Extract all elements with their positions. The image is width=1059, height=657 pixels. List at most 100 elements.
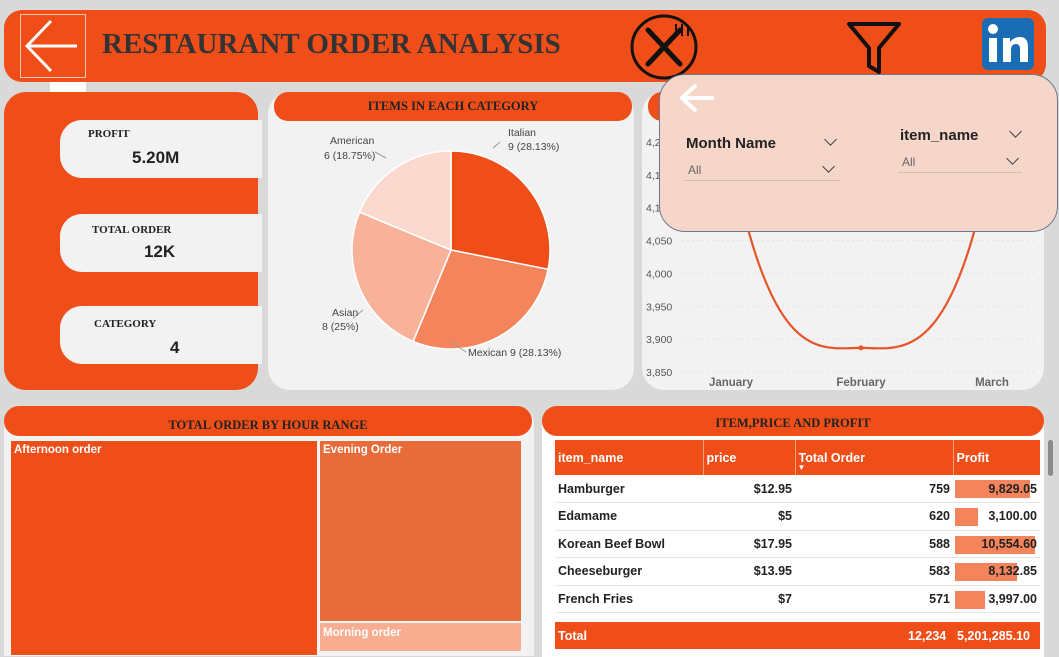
- treemap-title-bar: TOTAL ORDER BY HOUR RANGE: [4, 406, 532, 436]
- treemap-tile-morning[interactable]: Morning order: [319, 622, 522, 652]
- cell-orders: 759: [795, 475, 953, 503]
- kpi-value: 5.20M: [132, 148, 180, 167]
- cell-item: Cheeseburger: [555, 557, 703, 586]
- cell-profit: 3,997.00: [953, 585, 1040, 613]
- table-row[interactable]: Korean Beef Bowl $17.95 588 10,554.60: [555, 530, 1040, 558]
- pie-label-mexican: Mexican 9 (28.13%): [468, 347, 561, 359]
- table-total-row: Total 12,234 5,201,285.10: [555, 622, 1040, 649]
- linkedin-icon[interactable]: [982, 18, 1034, 75]
- total-profit: 5,201,285.10: [957, 629, 1030, 643]
- cell-price: $13.95: [703, 557, 795, 586]
- pie-chart-title: ITEMS IN EACH CATEGORY: [367, 99, 539, 113]
- line-point: [858, 345, 864, 351]
- pie-label-italian-value: 9 (28.13%): [508, 141, 559, 153]
- chevron-down-icon: [822, 160, 835, 173]
- table-header-row: item_name price Total Order ▼ Profit: [555, 440, 1040, 475]
- filter-close-arrow-icon[interactable]: [678, 83, 718, 118]
- item-price-profit-table: item_name price Total Order ▼ Profit Ham…: [555, 440, 1040, 613]
- cell-profit: 10,554.60: [953, 530, 1040, 558]
- table-title: ITEM,PRICE AND PROFIT: [715, 416, 871, 430]
- pie-label-american: American: [330, 135, 375, 147]
- profit-value: 9,829.05: [988, 481, 1037, 496]
- back-button[interactable]: [20, 14, 86, 78]
- kpi-label: CATEGORY: [94, 318, 157, 330]
- kpi-card-profit: PROFIT 5.20M: [60, 120, 262, 178]
- table-row[interactable]: Edamame $5 620 3,100.00: [555, 502, 1040, 531]
- cell-price: $17.95: [703, 530, 795, 558]
- profit-value: 8,132.85: [988, 564, 1037, 579]
- profit-value: 3,997.00: [988, 591, 1037, 606]
- y-tick-label: 4,000: [646, 268, 672, 280]
- chevron-down-icon[interactable]: [824, 133, 837, 146]
- tile-label: Afternoon order: [14, 444, 102, 456]
- item-filter-select[interactable]: All: [898, 152, 1022, 173]
- cell-price: $5: [703, 502, 795, 531]
- x-tick-label: February: [836, 377, 886, 389]
- cell-orders: 588: [795, 530, 953, 558]
- kpi-value: 4: [170, 338, 180, 357]
- profit-value: 10,554.60: [981, 536, 1037, 551]
- table-row[interactable]: Cheeseburger $13.95 583 8,132.85: [555, 557, 1040, 586]
- pie-title-bar: ITEMS IN EACH CATEGORY: [274, 92, 632, 121]
- y-tick-label: 3,900: [646, 334, 672, 346]
- back-arrow-icon: [24, 19, 77, 73]
- cell-orders: 583: [795, 557, 953, 586]
- kpi-card-category: CATEGORY 4: [60, 306, 262, 364]
- chevron-down-icon: [1006, 152, 1019, 165]
- column-header-total-order[interactable]: Total Order ▼: [795, 440, 954, 475]
- kpi-card-total-order: TOTAL ORDER 12K: [60, 214, 262, 272]
- filter-funnel-icon[interactable]: [845, 20, 903, 81]
- cell-item: French Fries: [555, 585, 703, 613]
- filter-panel: Month Name All item_name All: [659, 74, 1058, 232]
- total-orders: 12,234: [908, 629, 947, 643]
- table-scrollbar[interactable]: [1048, 440, 1053, 476]
- total-label: Total: [558, 629, 587, 643]
- item-filter-label: item_name: [900, 127, 979, 144]
- profit-bar: [955, 508, 978, 526]
- table-row[interactable]: Hamburger $12.95 759 9,829.05: [555, 475, 1040, 503]
- profit-value: 3,100.00: [988, 509, 1037, 524]
- month-filter-select[interactable]: All: [685, 160, 840, 181]
- chevron-down-icon[interactable]: [1009, 125, 1022, 138]
- sort-desc-icon: ▼: [797, 463, 806, 472]
- table-title-bar: ITEM,PRICE AND PROFIT: [542, 406, 1044, 436]
- column-header-label: Total Order: [798, 450, 865, 465]
- profit-bar: [955, 590, 985, 609]
- cell-price: $7: [703, 585, 795, 613]
- month-filter-label: Month Name: [686, 135, 776, 152]
- kpi-label: PROFIT: [88, 128, 130, 140]
- cell-item: Edamame: [555, 502, 703, 531]
- y-tick-label: 4,050: [646, 236, 672, 248]
- x-tick-label: March: [975, 377, 1009, 389]
- treemap-tile-afternoon[interactable]: Afternoon order: [10, 440, 318, 656]
- cell-profit: 3,100.00: [953, 502, 1040, 531]
- column-header-item[interactable]: item_name: [555, 440, 704, 475]
- tile-label: Evening Order: [323, 444, 403, 456]
- cell-profit: 9,829.05: [953, 475, 1040, 503]
- y-tick-label: 3,950: [646, 301, 672, 313]
- item-filter-value: All: [902, 155, 916, 169]
- pie-label-italian: Italian: [508, 127, 536, 139]
- x-tick-label: January: [709, 377, 754, 389]
- pie-label-asian-value: 8 (25%): [322, 321, 359, 333]
- page-title: RESTAURANT ORDER ANALYSIS: [102, 28, 561, 60]
- kpi-label: TOTAL ORDER: [92, 224, 172, 236]
- month-filter-value: All: [688, 163, 702, 177]
- kpi-value: 12K: [144, 242, 176, 261]
- pie-chart[interactable]: Italian 9 (28.13%) Mexican 9 (28.13%) As…: [268, 120, 634, 390]
- kpi-panel: PROFIT 5.20M TOTAL ORDER 12K CATEGORY 4: [4, 92, 262, 390]
- pie-label-asian: Asian: [332, 307, 358, 319]
- pie-slice-italian[interactable]: [450, 150, 551, 271]
- cell-orders: 620: [795, 502, 953, 531]
- table-row[interactable]: French Fries $7 571 3,997.00: [555, 585, 1040, 613]
- treemap-tile-evening[interactable]: Evening Order: [319, 440, 522, 622]
- column-header-profit[interactable]: Profit: [953, 440, 1040, 475]
- pie-label-american-value: 6 (18.75%): [324, 150, 375, 162]
- cell-price: $12.95: [703, 475, 795, 503]
- column-header-price[interactable]: price: [703, 440, 796, 475]
- cell-item: Korean Beef Bowl: [555, 530, 703, 558]
- cell-item: Hamburger: [555, 475, 703, 503]
- y-tick-label: 3,850: [646, 367, 672, 379]
- cell-orders: 571: [795, 585, 953, 613]
- tile-label: Morning order: [323, 627, 401, 639]
